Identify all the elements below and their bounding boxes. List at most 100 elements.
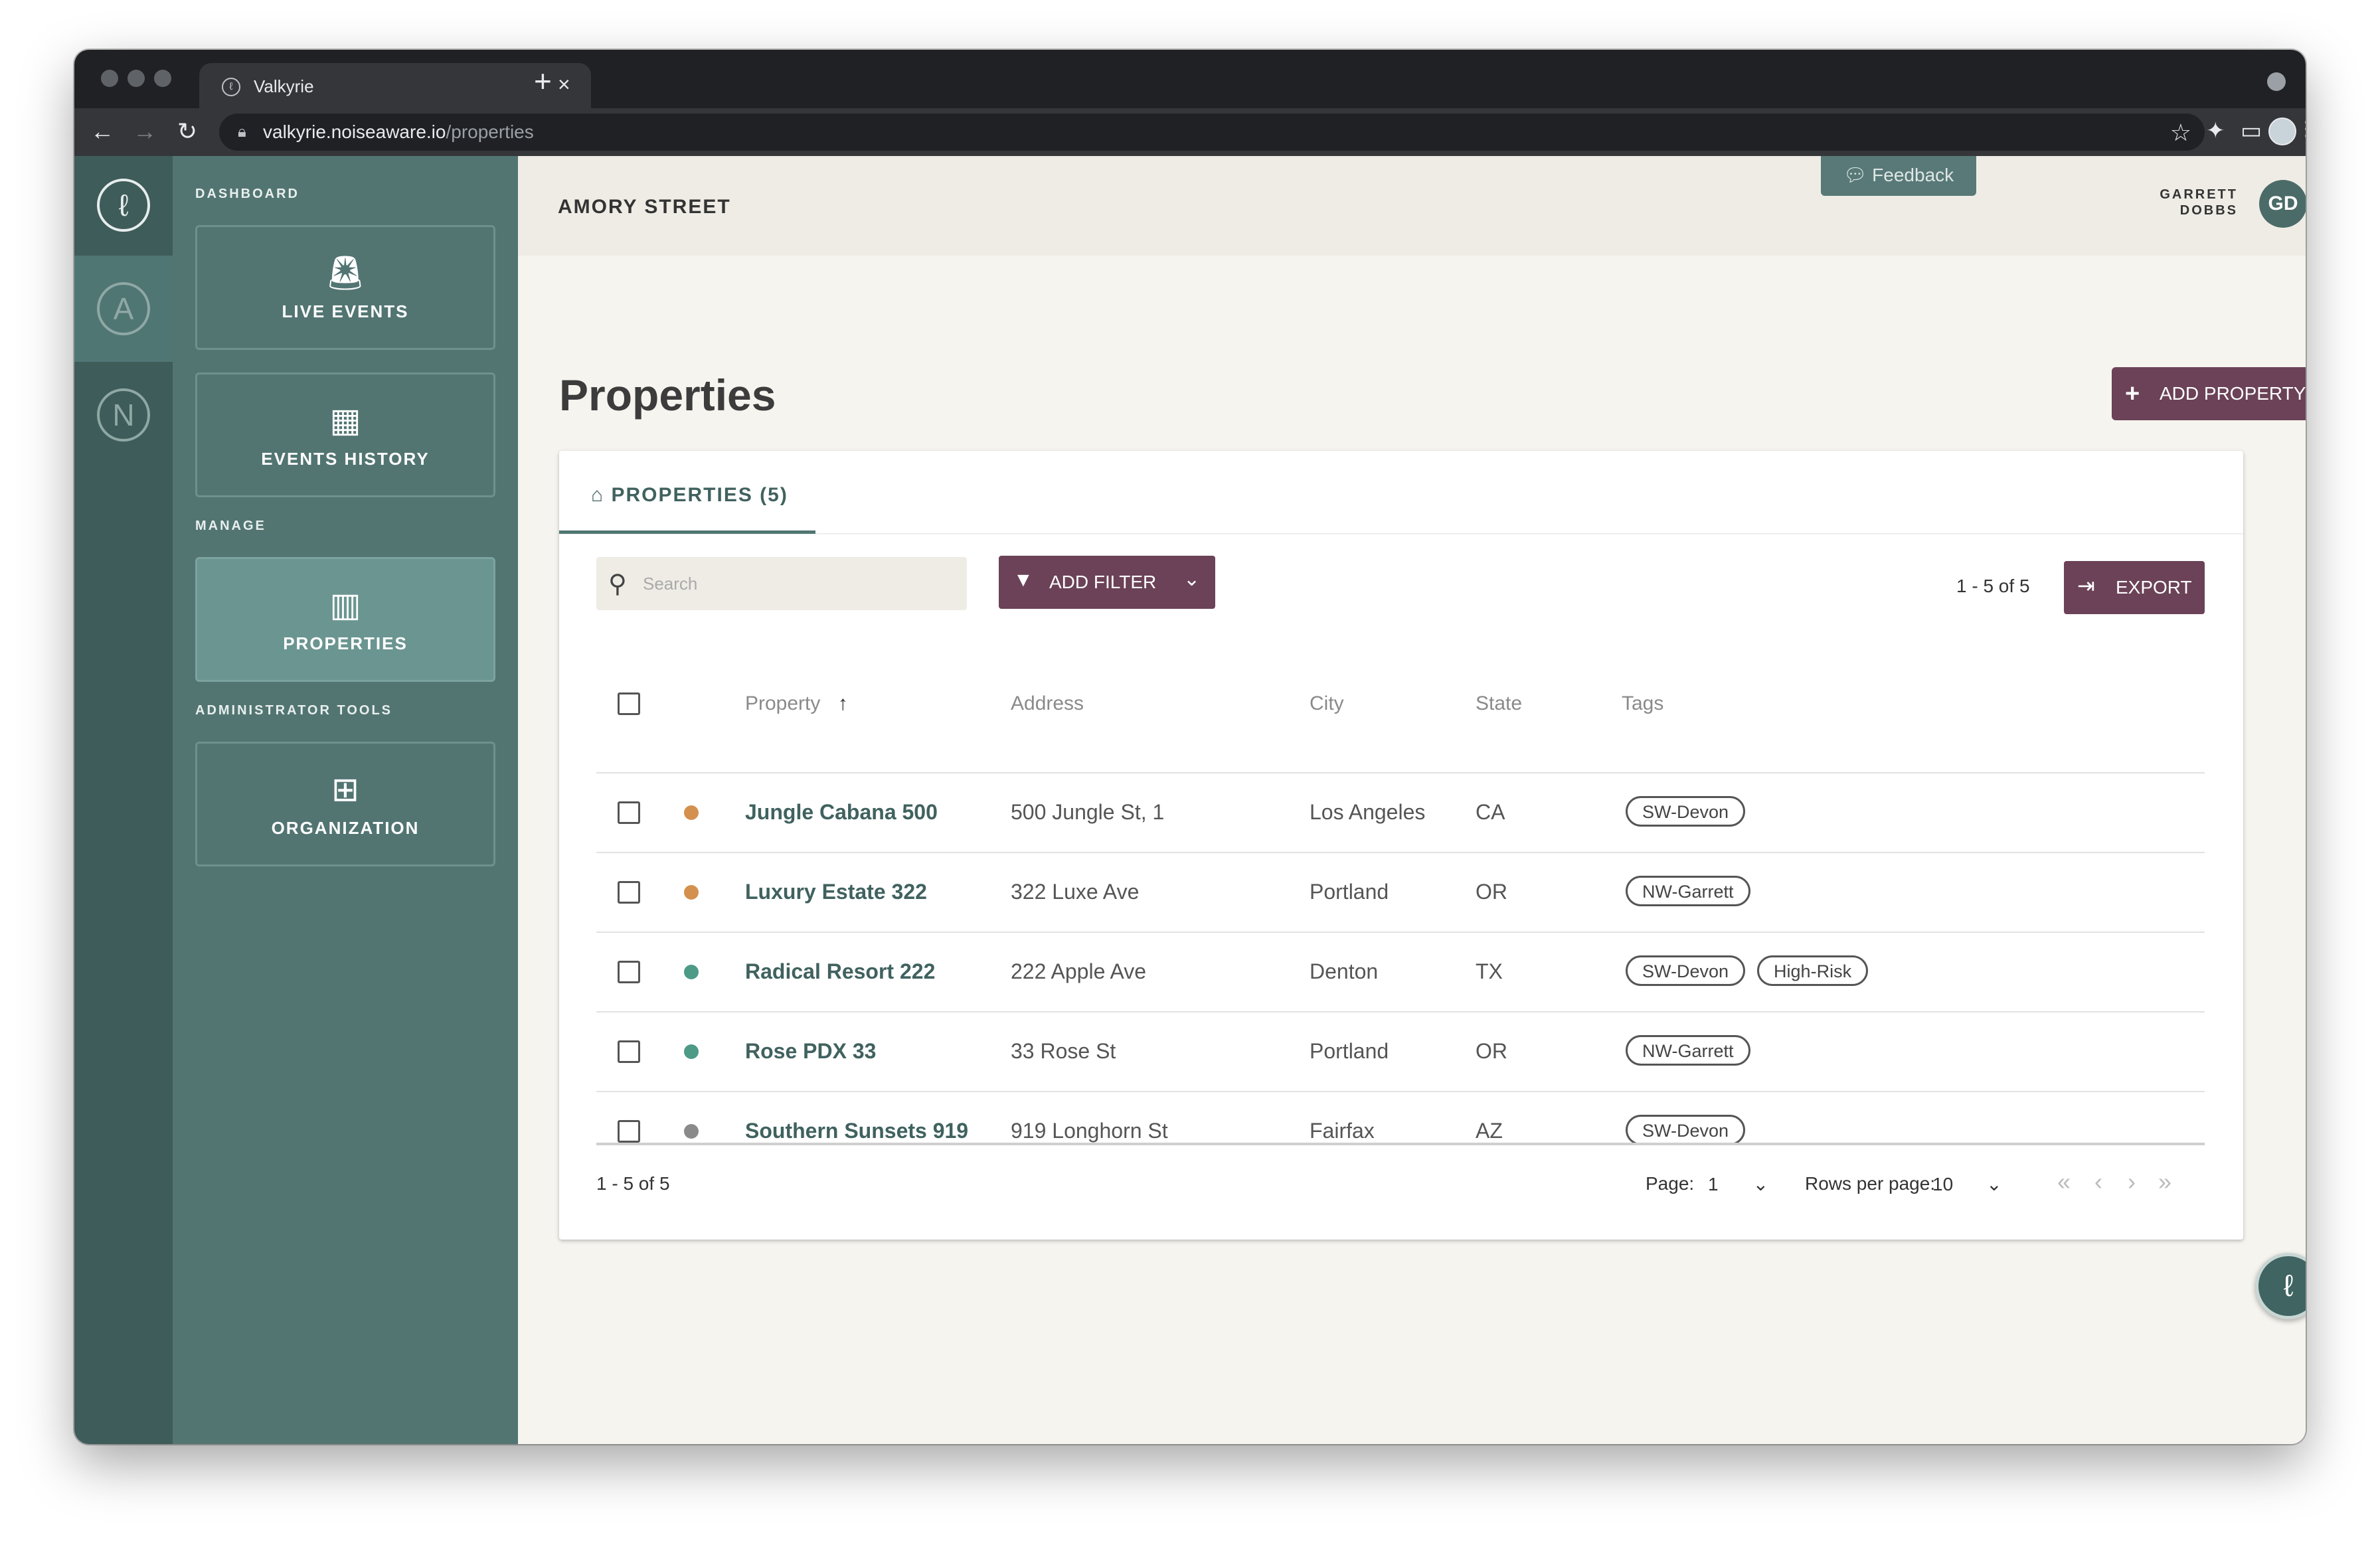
table-row[interactable]: Southern Sunsets 919 919 Longhorn St Fairf… (596, 1091, 2205, 1171)
app-rail: ℓ A N (74, 156, 173, 1444)
table-row[interactable]: Luxury Estate 322 322 Luxe Ave Portland OR N… (596, 852, 2205, 932)
property-name-link[interactable]: Radical Resort 222 (745, 959, 935, 984)
property-name-link[interactable]: Luxury Estate 322 (745, 880, 927, 904)
close-window-button[interactable] (101, 70, 118, 87)
tab-search-icon[interactable] (2267, 72, 2286, 91)
next-page-icon[interactable]: › (2128, 1168, 2136, 1196)
status-indicator (684, 885, 699, 900)
footer-count: 1 - 5 of 5 (596, 1173, 670, 1194)
browser-tab-bar: ℓ Valkyrie × + (74, 50, 2306, 108)
table-row[interactable]: Rose PDX 33 33 Rose St Portland OR NW-Garret… (596, 1011, 2205, 1091)
property-state: OR (1476, 880, 1507, 904)
tab-title: Valkyrie (254, 76, 314, 96)
url-text: valkyrie.noiseaware.io/properties (263, 122, 534, 142)
export-icon: ⇥ (2077, 574, 2095, 598)
column-state[interactable]: State (1476, 692, 1522, 715)
row-checkbox[interactable] (618, 881, 640, 904)
export-button[interactable]: ⇥ EXPORT (2064, 561, 2205, 614)
section-manage: MANAGE (195, 519, 266, 533)
page-select[interactable]: 1 ⌄ (1708, 1173, 1768, 1195)
forward-icon[interactable]: → (130, 118, 159, 145)
home-icon: ⌂ (591, 484, 605, 506)
favicon-icon: ℓ (222, 78, 240, 96)
column-address[interactable]: Address (1011, 692, 1084, 715)
select-all-checkbox[interactable] (618, 692, 640, 715)
url-bar[interactable]: 🔒︎ valkyrie.noiseaware.io/properties ☆ (219, 114, 2205, 151)
property-address: 500 Jungle St, 1 (1011, 800, 1165, 824)
table-row[interactable]: Jungle Cabana 500 500 Jungle St, 1 Los Ang… (596, 772, 2205, 852)
user-avatar[interactable]: GD (2259, 180, 2306, 228)
cast-icon[interactable]: ▭ (2241, 118, 2262, 144)
tag-chip[interactable]: NW-Garrett (1626, 876, 1750, 906)
app: ℓ A N DASHBOARD 🚨︎ LIVE EVENTS ▦ EVENTS … (74, 156, 2306, 1444)
property-city: Denton (1310, 959, 1379, 983)
back-icon[interactable]: ← (88, 118, 117, 145)
property-city: Portland (1310, 880, 1389, 904)
reload-icon[interactable]: ↻ (173, 118, 202, 145)
sidebar-item-live-events[interactable]: 🚨︎ LIVE EVENTS (195, 225, 495, 350)
bookmark-star-icon[interactable]: ☆ (2170, 119, 2191, 147)
sidebar-item-properties[interactable]: ▥ PROPERTIES (195, 557, 495, 682)
browser-window: ℓ Valkyrie × + ← → ↻ 🔒︎ valkyrie.noiseaw… (74, 50, 2306, 1444)
noiseaware-logo-icon[interactable]: ℓ (97, 179, 150, 232)
first-page-icon[interactable]: « (2057, 1168, 2071, 1196)
sidebar-item-label: LIVE EVENTS (282, 301, 409, 321)
tag-list: SW-Devon (1626, 1115, 1746, 1145)
page-label: Page: (1646, 1173, 1695, 1194)
search-icon: ⚲ (608, 570, 627, 598)
property-name-link[interactable]: Southern Sunsets 919 (745, 1119, 968, 1143)
search-field[interactable]: ⚲ (596, 557, 967, 610)
previous-page-icon[interactable]: ‹ (2094, 1168, 2102, 1196)
row-checkbox[interactable] (618, 961, 640, 983)
status-indicator (684, 965, 699, 979)
lock-icon: 🔒︎ (238, 123, 246, 141)
column-property[interactable]: Property ↑ (745, 692, 848, 715)
column-tags: Tags (1622, 692, 1664, 714)
rows-per-page-select[interactable]: 10 ⌄ (1932, 1173, 2002, 1195)
building-icon: ▥ (329, 586, 361, 623)
status-indicator (684, 1044, 699, 1059)
row-checkbox[interactable] (618, 801, 640, 824)
row-checkbox[interactable] (618, 1120, 640, 1143)
table-row[interactable]: Radical Resort 222 222 Apple Ave Denton TX S… (596, 932, 2205, 1011)
new-tab-icon[interactable]: + (534, 63, 552, 99)
property-city: Fairfax (1310, 1119, 1375, 1143)
last-page-icon[interactable]: » (2158, 1168, 2171, 1196)
browser-tab[interactable]: ℓ Valkyrie × (199, 63, 591, 108)
property-city: Portland (1310, 1039, 1389, 1063)
close-tab-icon[interactable]: × (558, 72, 570, 97)
add-filter-button[interactable]: ▼ ADD FILTER ⌄ (999, 556, 1215, 609)
tag-chip[interactable]: NW-Garrett (1626, 1035, 1750, 1066)
tag-chip[interactable]: SW-Devon (1626, 796, 1746, 827)
extensions-icon[interactable]: ✦ (2206, 118, 2225, 144)
section-dashboard: DASHBOARD (195, 187, 299, 201)
search-input[interactable] (643, 569, 955, 598)
property-name-link[interactable]: Jungle Cabana 500 (745, 800, 938, 825)
row-checkbox[interactable] (618, 1040, 640, 1063)
tag-chip[interactable]: SW-Devon (1626, 1115, 1746, 1145)
feedback-button[interactable]: 💬︎ Feedback (1821, 156, 1976, 196)
property-name-link[interactable]: Rose PDX 33 (745, 1039, 876, 1064)
tag-chip[interactable]: High-Risk (1757, 955, 1869, 986)
sidebar-item-label: ORGANIZATION (271, 818, 420, 838)
property-state: TX (1476, 959, 1503, 983)
sidebar: DASHBOARD 🚨︎ LIVE EVENTS ▦ EVENTS HISTOR… (173, 156, 518, 1444)
tab-properties[interactable]: ⌂ PROPERTIES (5) (591, 484, 788, 507)
noiseaware-help-button[interactable]: ℓ (2255, 1253, 2306, 1319)
menu-kebab-icon[interactable]: ⋮ (2296, 118, 2306, 141)
rail-item-a[interactable]: A (97, 282, 150, 335)
address-toolbar: ← → ↻ 🔒︎ valkyrie.noiseaware.io/properti… (74, 108, 2306, 156)
minimize-window-button[interactable] (128, 70, 145, 87)
sidebar-item-events-history[interactable]: ▦ EVENTS HISTORY (195, 372, 495, 497)
property-state: OR (1476, 1039, 1507, 1063)
rail-item-n[interactable]: N (97, 388, 150, 442)
profile-avatar[interactable] (2268, 118, 2296, 145)
chevron-down-icon[interactable]: ⌄ (1183, 568, 1200, 591)
sidebar-item-organization[interactable]: ⊞ ORGANIZATION (195, 742, 495, 866)
location-name: AMORY STREET (558, 196, 731, 218)
maximize-window-button[interactable] (154, 70, 171, 87)
sidebar-item-label: PROPERTIES (283, 633, 408, 653)
column-city[interactable]: City (1310, 692, 1344, 715)
tag-chip[interactable]: SW-Devon (1626, 955, 1746, 986)
add-property-button[interactable]: + ADD PROPERTY (2112, 367, 2306, 420)
